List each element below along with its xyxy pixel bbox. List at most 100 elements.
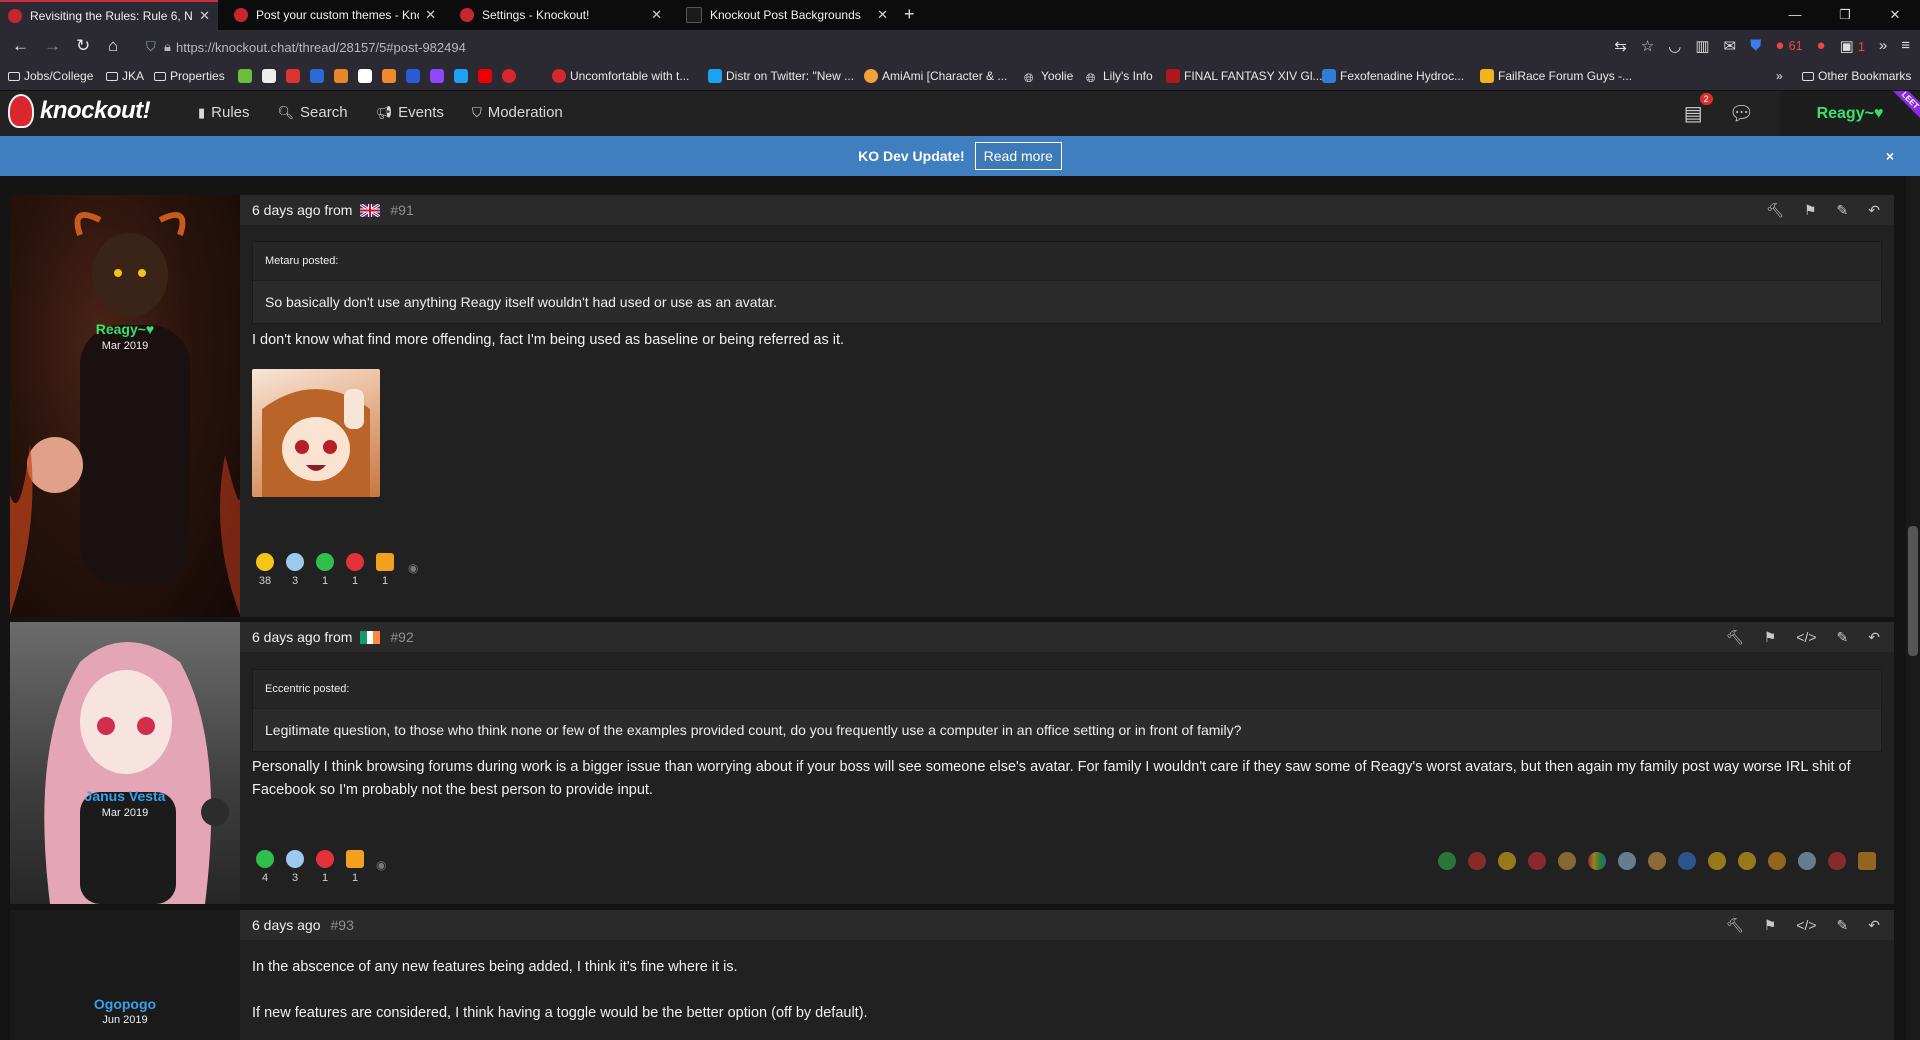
bookmark-star-icon[interactable]: ☆ <box>1641 37 1654 55</box>
tab-settings[interactable]: Settings - Knockout! ✕ <box>452 0 670 30</box>
close-tab-icon[interactable]: ✕ <box>877 7 888 23</box>
eye-icon[interactable]: ◉ <box>376 858 386 872</box>
url-text[interactable]: https://knockout.chat/thread/28157/5#pos… <box>176 40 466 55</box>
rate-heart-icon[interactable] <box>1528 852 1546 870</box>
report-flag-icon[interactable]: ⚑ <box>1804 202 1817 219</box>
restore-icon[interactable]: ❐ <box>1820 0 1870 30</box>
close-window-icon[interactable]: ✕ <box>1870 0 1920 30</box>
quote-author[interactable]: Metaru posted: <box>253 242 1881 281</box>
nav-search[interactable]: 🔍︎ Search <box>278 104 348 121</box>
extension-icon[interactable]: ● <box>1817 37 1826 55</box>
gavel-icon[interactable]: 🔨︎ <box>1726 629 1744 646</box>
bookmark-yoolie[interactable]: 🌐︎ Yoolie <box>1024 69 1073 85</box>
close-tab-icon[interactable]: ✕ <box>651 7 662 23</box>
bookmark-lilys-info[interactable]: 🌐︎ Lily's Info <box>1086 69 1153 85</box>
rate-rainbow-icon[interactable] <box>1588 852 1606 870</box>
post-time[interactable]: 6 days ago <box>252 917 321 933</box>
rating-pacman[interactable]: 38 <box>252 553 278 587</box>
rating-heart[interactable]: 1 <box>342 553 368 587</box>
knockout-logo[interactable]: knockout! <box>8 94 151 128</box>
extension-counter-icon[interactable]: ▣ 1 <box>1840 37 1865 55</box>
report-flag-icon[interactable]: ⚑ <box>1764 917 1777 934</box>
rate-clock-icon[interactable] <box>1828 852 1846 870</box>
post-author[interactable]: Ogopogo <box>10 996 240 1012</box>
reply-icon[interactable]: ↶ <box>1868 629 1880 646</box>
translate-icon[interactable]: ⇆ <box>1614 37 1627 55</box>
rate-lightning-icon[interactable] <box>1738 852 1756 870</box>
bookmark-other[interactable]: Other Bookmarks <box>1802 69 1911 83</box>
page-scrollbar[interactable] <box>1906 176 1920 1040</box>
bookmark-jka[interactable]: JKA <box>106 69 144 83</box>
bookmark-properties[interactable]: Properties <box>154 69 225 83</box>
overflow-icon[interactable]: » <box>1879 37 1887 55</box>
reader-view-icon[interactable]: ▥ <box>1695 37 1709 55</box>
back-icon[interactable]: ← <box>12 36 29 56</box>
reload-icon[interactable]: ↻ <box>76 36 90 56</box>
bookmark-amiami[interactable]: AmiAmi [Character & ... <box>864 69 1007 83</box>
pocket-icon[interactable]: ◡ <box>1668 37 1681 55</box>
bookmark-uncomfortable[interactable]: Uncomfortable with t... <box>552 69 689 83</box>
close-tab-icon[interactable]: ✕ <box>199 8 210 24</box>
rate-dog-icon[interactable] <box>1558 852 1576 870</box>
nav-events[interactable]: 📢︎ Events <box>376 104 444 121</box>
tab-revisiting-rules[interactable]: Revisiting the Rules: Rule 6, No N ✕ <box>0 0 218 30</box>
edit-pencil-icon[interactable]: ✎ <box>1837 917 1849 934</box>
quote-author[interactable]: Eccentric posted: <box>253 670 1881 709</box>
post-number[interactable]: #91 <box>390 202 413 218</box>
scrollbar-thumb[interactable] <box>1908 526 1918 656</box>
home-icon[interactable]: ⌂ <box>108 36 118 56</box>
lock-icon[interactable]: 🔒︎ <box>164 39 171 55</box>
gavel-icon[interactable]: 🔨︎ <box>1766 202 1784 219</box>
bookmark-distr-twitter[interactable]: Distr on Twitter: "New ... <box>708 69 854 83</box>
rate-check-icon[interactable] <box>1438 852 1456 870</box>
messages-icon[interactable]: 💬︎ <box>1729 101 1754 126</box>
post-number[interactable]: #93 <box>331 917 354 933</box>
tab-post-backgrounds[interactable]: Knockout Post Backgrounds ✕ <box>678 0 896 30</box>
close-banner-icon[interactable]: × <box>1886 148 1894 164</box>
reply-icon[interactable]: ↶ <box>1868 917 1880 934</box>
post-time[interactable]: 6 days ago from <box>252 202 352 218</box>
new-tab-button[interactable]: + <box>904 4 915 25</box>
code-icon[interactable]: </> <box>1796 917 1816 933</box>
tab-custom-themes[interactable]: Post your custom themes - Knoc ✕ <box>226 0 444 30</box>
eye-icon[interactable]: ◉ <box>408 561 418 575</box>
edit-pencil-icon[interactable]: ✎ <box>1837 202 1849 219</box>
shield-icon[interactable]: ⛉ <box>146 39 156 55</box>
menu-icon[interactable]: ≡ <box>1901 37 1910 55</box>
rate-sunglasses-icon[interactable] <box>1798 852 1816 870</box>
edit-pencil-icon[interactable]: ✎ <box>1837 629 1849 646</box>
embedded-anime-image[interactable] <box>252 369 380 497</box>
rate-box-icon[interactable] <box>1858 852 1876 870</box>
rating-box[interactable]: 1 <box>342 850 368 884</box>
rating-check[interactable]: 4 <box>252 850 278 884</box>
reply-icon[interactable]: ↶ <box>1868 202 1880 219</box>
rating-rain-cloud[interactable]: 3 <box>282 553 308 587</box>
extension-badge-icon[interactable]: ● 61 <box>1775 37 1802 55</box>
rating-sunglasses[interactable]: 3 <box>282 850 308 884</box>
post-author[interactable]: Reagy~♥ <box>10 321 240 337</box>
mail-icon[interactable]: ✉ <box>1724 37 1737 55</box>
bookmark-icons-row[interactable] <box>238 69 520 83</box>
gavel-icon[interactable]: 🔨︎ <box>1726 917 1744 934</box>
bookmark-fexofenadine[interactable]: Fexofenadine Hydroc... <box>1322 69 1464 83</box>
user-menu[interactable]: Reagy~♥ LEET <box>1780 91 1920 136</box>
rating-check[interactable]: 1 <box>312 553 338 587</box>
rate-trophy-icon[interactable] <box>1768 852 1786 870</box>
address-bar[interactable]: ⛉ 🔒︎ https://knockout.chat/thread/28157/… <box>140 33 1570 61</box>
rate-info-icon[interactable] <box>1678 852 1696 870</box>
rate-rain-cloud-icon[interactable] <box>1618 852 1636 870</box>
bookmarks-overflow-icon[interactable]: » <box>1776 69 1783 83</box>
read-more-button[interactable]: Read more <box>974 142 1062 170</box>
forward-icon[interactable]: → <box>44 36 61 56</box>
minimize-icon[interactable]: — <box>1770 0 1820 30</box>
report-flag-icon[interactable]: ⚑ <box>1764 629 1777 646</box>
bookmark-jobs-college[interactable]: Jobs/College <box>8 69 93 83</box>
rating-heart[interactable]: 1 <box>312 850 338 884</box>
code-icon[interactable]: </> <box>1796 629 1816 645</box>
rate-lightbulb-icon[interactable] <box>1708 852 1726 870</box>
bookmark-ffxiv[interactable]: FINAL FANTASY XIV Gl... <box>1166 69 1322 83</box>
rating-box[interactable]: 1 <box>372 553 398 587</box>
rate-x-icon[interactable] <box>1468 852 1486 870</box>
post-number[interactable]: #92 <box>390 629 413 645</box>
post-author[interactable]: Janus Vesta <box>10 788 240 804</box>
